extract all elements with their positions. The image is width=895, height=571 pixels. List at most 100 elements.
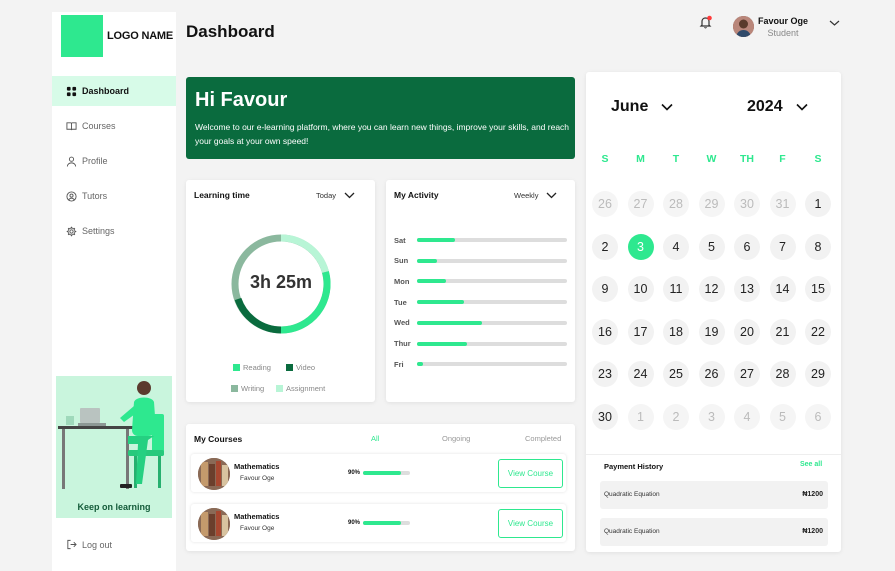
course-title: Mathematics [234, 462, 280, 471]
weekday-label: T [672, 153, 680, 165]
user-menu[interactable]: Favour Oge Student [733, 16, 808, 38]
tab-ongoing[interactable]: Ongoing [442, 434, 470, 443]
calendar-day[interactable]: 2 [592, 233, 618, 260]
activity-period-select[interactable]: Weekly [514, 191, 557, 200]
calendar-day[interactable]: 1 [627, 403, 654, 430]
activity-bar-track [417, 258, 567, 263]
calendar-day[interactable]: 31 [769, 191, 796, 217]
book-icon [66, 121, 77, 130]
legend-label: Video [296, 363, 316, 372]
chevron-down-icon[interactable] [829, 19, 840, 27]
calendar-day[interactable]: 4 [734, 403, 760, 430]
calendar-day[interactable]: 7 [769, 233, 796, 260]
calendar-day[interactable]: 28 [769, 361, 796, 387]
calendar-day[interactable]: 13 [734, 276, 760, 302]
logo[interactable]: LOGO NAME [61, 15, 176, 57]
calendar-day[interactable]: 6 [805, 403, 831, 430]
payment-history-title: Payment History [604, 462, 664, 471]
calendar-day[interactable]: 5 [698, 233, 725, 260]
calendar-day[interactable]: 30 [592, 403, 618, 430]
calendar-day[interactable]: 3 [698, 403, 725, 430]
learning-time-period-select[interactable]: Today [316, 191, 355, 200]
sidebar-item-tutors[interactable]: Tutors [52, 181, 176, 211]
payment-name: Quadratic Equation [604, 528, 660, 535]
see-all-link[interactable]: See all [800, 461, 822, 468]
activity-day: Mon [394, 276, 410, 286]
calendar-day[interactable]: 27 [734, 361, 760, 387]
calendar-day[interactable]: 10 [627, 276, 654, 302]
legend-swatch [233, 364, 240, 371]
calendar-day[interactable]: 24 [627, 361, 654, 387]
calendar-day[interactable]: 12 [698, 276, 725, 302]
sidebar-item-settings[interactable]: Settings [52, 216, 176, 246]
activity-row: Sat [394, 235, 567, 245]
calendar-day[interactable]: 1 [805, 191, 831, 217]
course-row: Mathematics Favour Oge 90% View Course [191, 454, 566, 492]
course-progress-label: 90% [348, 470, 361, 476]
activity-row: Fri [394, 359, 567, 369]
bell-icon[interactable] [699, 15, 713, 29]
sidebar-nav: Dashboard Courses Profile Tutors Setting… [52, 76, 176, 251]
payment-row[interactable]: Quadratic Equation ₦1200 [600, 518, 828, 546]
view-course-button[interactable]: View Course [498, 509, 563, 538]
weekday-label: M [636, 153, 645, 165]
course-row: Mathematics Favour Oge 90% View Course [191, 504, 566, 542]
learning-time-card: Learning time Today 3h 25m Reading Video… [186, 180, 375, 402]
calendar-day[interactable]: 17 [627, 318, 654, 345]
activity-period: Weekly [514, 191, 539, 200]
calendar-day[interactable]: 14 [769, 276, 796, 302]
sidebar-item-label: Profile [82, 156, 108, 166]
sidebar-item-courses[interactable]: Courses [52, 111, 176, 141]
calendar-day[interactable]: 16 [592, 318, 618, 345]
weekday-label: S [601, 153, 609, 165]
calendar-day[interactable]: 2 [663, 403, 689, 430]
course-progress-label: 90% [348, 520, 361, 526]
calendar-day[interactable]: 29 [698, 191, 725, 217]
calendar-day[interactable]: 26 [592, 191, 618, 217]
activity-row: Wed [394, 318, 567, 328]
user-name: Favour Oge [758, 16, 809, 26]
activity-day: Fri [394, 359, 404, 369]
calendar-day[interactable]: 29 [805, 361, 831, 387]
calendar-day[interactable]: 6 [734, 233, 760, 260]
calendar-day[interactable]: 22 [805, 318, 831, 345]
calendar-day[interactable]: 9 [592, 276, 618, 302]
calendar-day[interactable]: 18 [663, 318, 689, 345]
sidebar-item-profile[interactable]: Profile [52, 146, 176, 176]
user-info: Favour Oge Student [758, 16, 808, 38]
calendar-day[interactable]: 21 [769, 318, 796, 345]
legend-label: Writing [241, 384, 265, 393]
courses-card: My Courses All Ongoing Completed Mathema… [186, 424, 575, 551]
calendar-day[interactable]: 4 [663, 233, 689, 260]
user-role: Student [767, 28, 799, 38]
calendar-day-selected[interactable]: 3 [627, 233, 654, 260]
calendar-day[interactable]: 26 [698, 361, 725, 387]
tab-completed[interactable]: Completed [525, 434, 561, 443]
calendar-day[interactable]: 23 [592, 361, 618, 387]
calendar-day[interactable]: 5 [769, 403, 796, 430]
tab-all[interactable]: All [371, 434, 379, 443]
calendar-day[interactable]: 30 [734, 191, 760, 217]
payment-row[interactable]: Quadratic Equation ₦1200 [600, 481, 828, 509]
view-course-button[interactable]: View Course [498, 459, 563, 488]
calendar-day[interactable]: 15 [805, 276, 831, 302]
sidebar-item-label: Dashboard [82, 86, 130, 96]
year-select[interactable]: 2024 [747, 98, 808, 116]
calendar-day[interactable]: 20 [734, 318, 760, 345]
calendar-day[interactable]: 11 [663, 276, 689, 302]
calendar-day[interactable]: 8 [805, 233, 831, 260]
logout-button[interactable]: Log out [66, 539, 112, 550]
calendar-day[interactable]: 27 [627, 191, 654, 217]
payment-amount: ₦1200 [802, 491, 823, 498]
calendar-day[interactable]: 19 [698, 318, 725, 345]
calendar-day[interactable]: 25 [663, 361, 689, 387]
sidebar-item-dashboard[interactable]: Dashboard [52, 76, 176, 106]
weekday-label: TH [740, 153, 754, 165]
activity-bar [417, 362, 423, 367]
course-tutor: Favour Oge [240, 525, 275, 532]
activity-bar-track [417, 341, 567, 346]
payment-name: Quadratic Equation [604, 491, 660, 498]
activity-bar-track [417, 279, 567, 284]
month-select[interactable]: June [611, 98, 673, 116]
calendar-day[interactable]: 28 [663, 191, 689, 217]
